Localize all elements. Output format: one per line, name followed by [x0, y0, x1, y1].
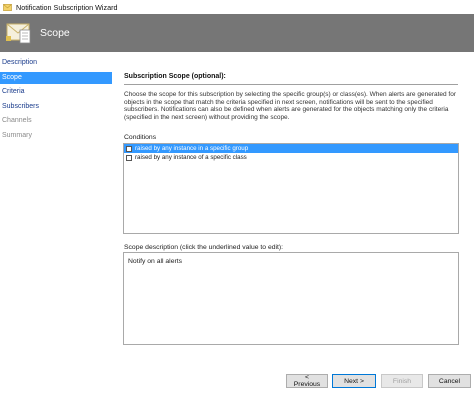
finish-button: Finish — [381, 374, 423, 388]
wizard-steps-nav: Description Scope Criteria Subscribers C… — [0, 57, 112, 145]
nav-item-criteria[interactable]: Criteria — [0, 86, 112, 98]
section-divider — [124, 84, 458, 85]
conditions-label: Conditions — [124, 134, 157, 141]
condition-label-group: raised by any instance in a specific gro… — [135, 145, 249, 152]
nav-item-scope[interactable]: Scope — [0, 71, 112, 84]
nav-item-subscribers[interactable]: Subscribers — [0, 101, 112, 113]
group-condition-checkbox[interactable] — [126, 145, 132, 152]
wizard-banner: Scope — [0, 14, 474, 52]
condition-label-class: raised by any instance of a specific cla… — [135, 154, 247, 161]
section-title: Subscription Scope (optional): — [124, 73, 226, 80]
condition-item-class[interactable]: raised by any instance of a specific cla… — [124, 153, 458, 162]
title-bar: Notification Subscription Wizard — [0, 0, 474, 14]
cancel-button[interactable]: Cancel — [428, 374, 471, 388]
scope-description-label: Scope description (click the underlined … — [124, 244, 284, 251]
banner-heading: Scope — [40, 27, 70, 39]
main-content: Subscription Scope (optional): — [124, 57, 458, 80]
scope-description-box[interactable]: Notify on all alerts — [123, 252, 459, 345]
condition-item-group[interactable]: raised by any instance in a specific gro… — [124, 144, 458, 153]
scope-description-text: Notify on all alerts — [128, 258, 183, 265]
window-title: Notification Subscription Wizard — [16, 2, 118, 12]
scope-instructions: Choose the scope for this subscription b… — [124, 91, 457, 121]
nav-item-summary: Summary — [2, 131, 32, 139]
class-condition-checkbox[interactable] — [126, 154, 132, 161]
nav-item-channels: Channels — [2, 117, 32, 125]
envelope-icon — [6, 23, 31, 44]
previous-button[interactable]: < Previous — [286, 374, 328, 388]
next-button[interactable]: Next > — [332, 374, 376, 388]
wizard-app-icon — [3, 3, 12, 11]
conditions-list[interactable]: raised by any instance in a specific gro… — [123, 143, 459, 234]
nav-item-description[interactable]: Description — [0, 57, 112, 69]
